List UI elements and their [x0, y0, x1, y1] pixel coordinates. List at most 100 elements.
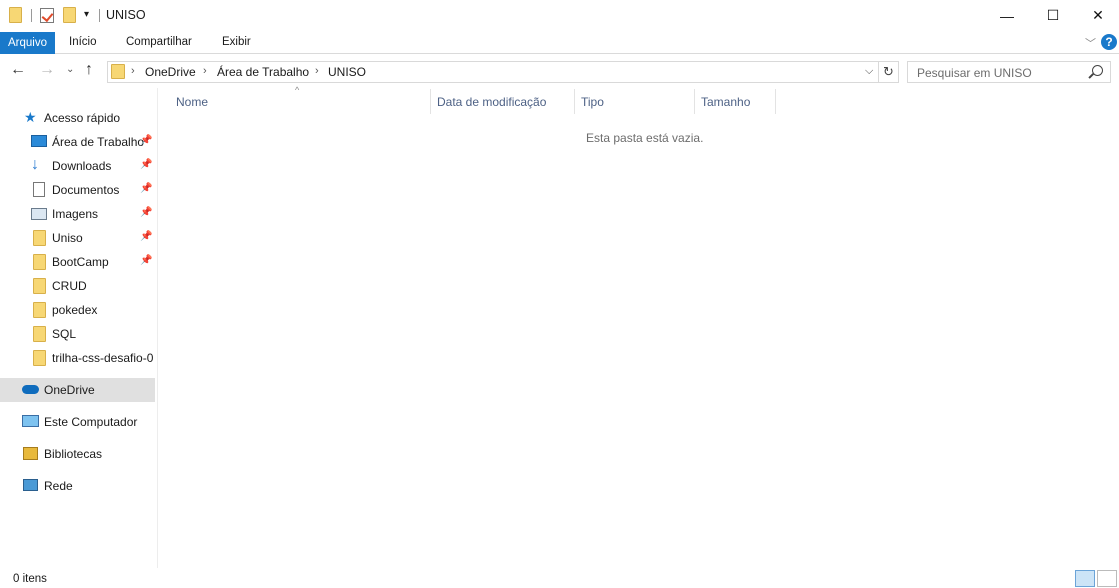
folder-icon [33, 278, 46, 294]
column-header-nome[interactable]: Nome [176, 95, 208, 109]
folder-icon [33, 254, 46, 270]
sidebar-item-area-de-trabalho[interactable]: Área de Trabalho 📌 [0, 130, 155, 154]
folder-icon [111, 64, 125, 82]
sidebar-item-label: Rede [44, 479, 73, 493]
breadcrumb-uniso[interactable]: UNISO [328, 65, 366, 79]
cloud-icon [22, 385, 39, 394]
sidebar-item-label: pokedex [52, 303, 98, 317]
sidebar-item-label: OneDrive [44, 383, 95, 397]
sidebar-item-label: CRUD [52, 279, 87, 293]
network-icon [23, 479, 38, 491]
sidebar-item-uniso[interactable]: Uniso 📌 [0, 226, 155, 250]
sidebar-item-bootcamp[interactable]: BootCamp 📌 [0, 250, 155, 274]
recent-locations-icon[interactable]: ⌄ [66, 64, 74, 75]
column-divider[interactable] [694, 89, 695, 114]
sidebar-item-label: Bibliotecas [44, 447, 103, 461]
sort-ascending-icon: ^ [295, 85, 300, 95]
column-header-tamanho[interactable]: Tamanho [701, 95, 750, 109]
column-divider[interactable] [574, 89, 575, 114]
sidebar-item-trilha-css[interactable]: trilha-css-desafio-0 [0, 346, 155, 370]
sidebar-item-acesso-rapido[interactable]: ★ Acesso rápido [0, 106, 155, 130]
pin-icon[interactable]: 📌 [140, 255, 152, 266]
address-dropdown-icon[interactable]: ⌵ [865, 65, 873, 78]
sidebar-item-label: Acesso rápido [44, 111, 121, 125]
search-placeholder: Pesquisar em UNISO [917, 66, 1032, 80]
window-title: UNISO [106, 8, 146, 22]
folder-icon [33, 350, 46, 366]
computer-icon [22, 415, 39, 427]
sidebar-item-este-computador[interactable]: Este Computador [0, 410, 155, 434]
documents-icon [33, 182, 45, 197]
breadcrumb-area-de-trabalho[interactable]: Área de Trabalho [217, 65, 309, 79]
pin-icon[interactable]: 📌 [140, 159, 152, 170]
column-header-tipo[interactable]: Tipo [581, 95, 604, 109]
sidebar-item-label: trilha-css-desafio-0 [52, 351, 154, 365]
separator [99, 9, 100, 22]
sidebar-item-onedrive[interactable]: OneDrive [0, 378, 155, 402]
navigation-pane: ★ Acesso rápido Área de Trabalho 📌 ↓ Dow… [0, 88, 158, 568]
sidebar-item-label: Área de Trabalho [52, 135, 145, 149]
breadcrumb-separator[interactable]: › [203, 65, 207, 77]
pin-icon[interactable]: 📌 [140, 231, 152, 242]
maximize-button[interactable]: ☐ [1030, 0, 1076, 31]
sidebar-item-label: SQL [52, 327, 77, 341]
sidebar-item-bibliotecas[interactable]: Bibliotecas [0, 442, 155, 466]
empty-folder-message: Esta pasta está vazia. [586, 131, 704, 145]
large-icons-view-button[interactable] [1097, 570, 1117, 587]
sidebar-item-documentos[interactable]: Documentos 📌 [0, 178, 155, 202]
tab-exibir[interactable]: Exibir [222, 36, 251, 48]
star-icon: ★ [24, 109, 37, 125]
sidebar-item-pokedex[interactable]: pokedex [0, 298, 155, 322]
item-count: 0 itens [13, 573, 47, 585]
properties-icon[interactable] [40, 8, 54, 23]
sidebar-item-crud[interactable]: CRUD [0, 274, 155, 298]
forward-button[interactable]: → [39, 61, 55, 79]
pin-icon[interactable]: 📌 [140, 207, 152, 218]
sidebar-item-label: Imagens [52, 207, 99, 221]
new-folder-icon[interactable] [63, 7, 76, 23]
tab-arquivo[interactable]: Arquivo [0, 32, 55, 54]
up-button[interactable]: ↑ [85, 61, 93, 79]
pictures-icon [31, 208, 47, 220]
tab-compartilhar[interactable]: Compartilhar [126, 36, 192, 48]
expand-ribbon-icon[interactable]: ﹀ [1085, 35, 1096, 51]
sidebar-item-imagens[interactable]: Imagens 📌 [0, 202, 155, 226]
breadcrumb-separator[interactable]: › [315, 65, 319, 77]
column-header-data-de-modificacao[interactable]: Data de modificação [437, 95, 546, 109]
search-icon [1092, 65, 1103, 76]
tab-inicio[interactable]: Início [69, 36, 97, 48]
breadcrumb-onedrive[interactable]: OneDrive [145, 65, 196, 79]
customize-toolbar-icon[interactable]: ▾ [84, 9, 89, 20]
desktop-icon [31, 135, 47, 147]
sidebar-item-sql[interactable]: SQL [0, 322, 155, 346]
column-divider[interactable] [775, 89, 776, 114]
sidebar-item-label: BootCamp [52, 255, 109, 269]
sidebar-item-label: Downloads [52, 159, 112, 173]
sidebar-item-rede[interactable]: Rede [0, 474, 155, 498]
search-input[interactable]: Pesquisar em UNISO [907, 61, 1111, 83]
minimize-button[interactable]: — [984, 0, 1030, 31]
pin-icon[interactable]: 📌 [140, 135, 152, 146]
title-bar: ▾ UNISO — ☐ ✕ [0, 0, 1119, 32]
breadcrumb-separator[interactable]: › [131, 65, 135, 77]
help-button[interactable]: ? [1101, 34, 1117, 50]
sidebar-item-downloads[interactable]: ↓ Downloads 📌 [0, 154, 155, 178]
libraries-icon [23, 447, 38, 460]
column-divider[interactable] [430, 89, 431, 114]
folder-icon [33, 326, 46, 342]
separator [31, 9, 32, 22]
folder-icon [33, 230, 46, 246]
pin-icon[interactable]: 📌 [140, 183, 152, 194]
close-button[interactable]: ✕ [1075, 0, 1119, 31]
details-view-button[interactable] [1075, 570, 1095, 587]
back-button[interactable]: ← [10, 61, 26, 79]
sidebar-item-label: Uniso [52, 231, 83, 245]
folder-icon [33, 302, 46, 318]
folder-icon [9, 7, 22, 23]
refresh-button[interactable]: ↻ [879, 61, 899, 83]
download-icon: ↓ [31, 156, 39, 173]
sidebar-item-label: Documentos [52, 183, 120, 197]
address-bar[interactable]: › OneDrive › Área de Trabalho › UNISO ⌵ [107, 61, 879, 83]
sidebar-item-label: Este Computador [44, 415, 138, 429]
ribbon: Arquivo Início Compartilhar Exibir ﹀ [0, 32, 1119, 54]
